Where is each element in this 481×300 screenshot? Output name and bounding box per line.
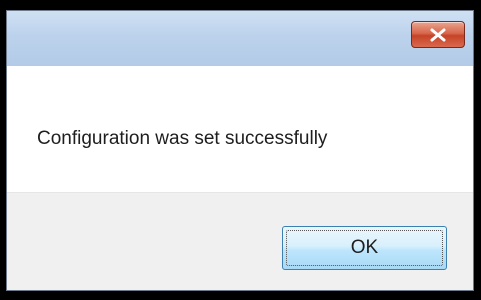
title-bar[interactable] <box>7 11 473 66</box>
dialog-footer: OK <box>7 192 473 290</box>
close-icon <box>429 28 447 42</box>
dialog-content: Configuration was set successfully <box>7 66 473 192</box>
dialog-message: Configuration was set successfully <box>37 128 328 149</box>
message-dialog: Configuration was set successfully OK <box>6 10 474 291</box>
close-button[interactable] <box>411 21 465 48</box>
ok-button[interactable]: OK <box>282 226 447 270</box>
screenshot-frame: Configuration was set successfully OK <box>0 0 481 300</box>
